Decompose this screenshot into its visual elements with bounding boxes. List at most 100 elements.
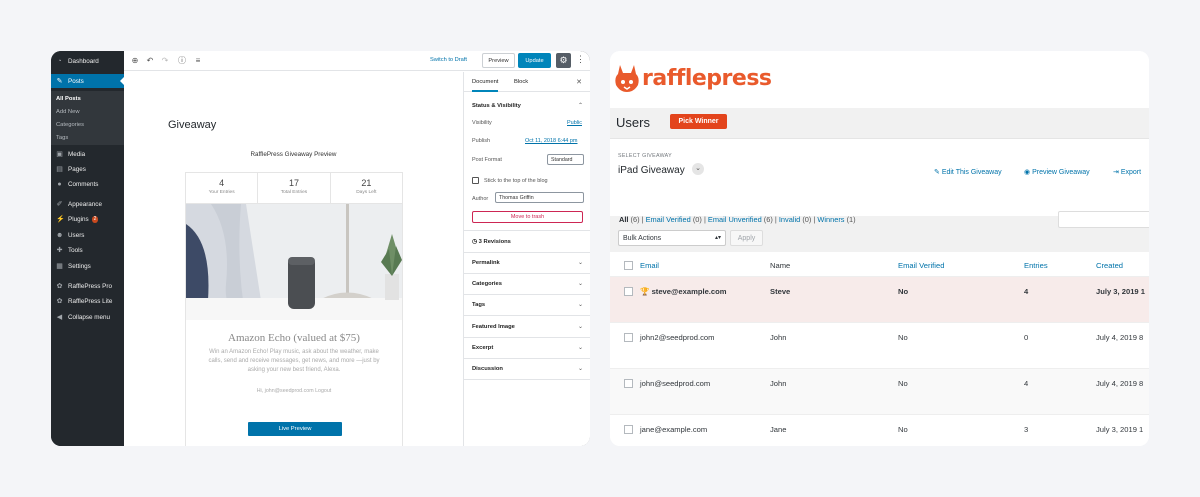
cell-email: john@seedprod.com [640, 379, 711, 388]
column-name: Name [770, 261, 791, 270]
wrench-icon: ✚ [56, 246, 63, 254]
cell-name: John [770, 379, 787, 388]
panel-categories[interactable]: Categories [472, 281, 502, 287]
tab-block[interactable]: Block [514, 79, 528, 85]
user-greeting[interactable]: Hi, john@seedprod.com Logout [186, 388, 402, 394]
filter-email-unverified[interactable]: Email Unverified [708, 215, 762, 224]
row-checkbox[interactable] [624, 333, 633, 342]
outline-icon[interactable]: ≡ [193, 55, 203, 67]
sidebar-item-appearance[interactable]: ✐ Appearance [51, 197, 124, 211]
sidebar-item-dashboard[interactable]: ◔ Dashboard [51, 54, 124, 68]
export-link[interactable]: ⇥ Export [1113, 168, 1141, 176]
gear-icon[interactable]: ⚙ [556, 53, 571, 68]
more-options-icon[interactable]: ⋮ [576, 54, 585, 65]
submenu-categories[interactable]: Categories [56, 122, 84, 128]
cell-verified: No [898, 287, 909, 296]
chevron-down-icon[interactable]: ⌄ [578, 301, 583, 308]
block-editor: ⊕ ↶ ↷ ⓘ ≡ Switch to Draft Preview Update… [124, 51, 590, 446]
apply-button[interactable]: Apply [730, 230, 763, 246]
column-created[interactable]: Created [1096, 261, 1123, 270]
panel-excerpt[interactable]: Excerpt [472, 345, 493, 351]
stat-total-entries: 17 Total Entries [258, 173, 331, 203]
sidebar-item-tools[interactable]: ✚ Tools [51, 243, 124, 257]
live-preview-button[interactable]: Live Preview [248, 422, 342, 436]
author-label: Author [472, 196, 489, 202]
pick-winner-button[interactable]: Pick Winner [670, 114, 727, 129]
panel-featured-image[interactable]: Featured Image [472, 324, 515, 330]
row-checkbox[interactable] [624, 379, 633, 388]
plugins-count-badge: 2 [91, 215, 99, 223]
submenu-add-new[interactable]: Add New [56, 109, 80, 115]
edit-giveaway-link[interactable]: ✎ Edit This Giveaway [934, 168, 1002, 176]
preview-button[interactable]: Preview [482, 53, 515, 68]
preview-giveaway-link[interactable]: ◉ Preview Giveaway [1024, 168, 1090, 176]
table-row[interactable]: jane@example.com Jane No 3 July 3, 2019 … [610, 414, 1149, 446]
close-icon[interactable]: ✕ [576, 78, 582, 86]
row-checkbox[interactable] [624, 287, 633, 296]
echo-product-photo [186, 204, 402, 320]
sidebar-item-users[interactable]: ☻ Users [51, 228, 124, 242]
rafflepress-rabbit-icon [614, 63, 640, 93]
chevron-down-icon[interactable]: ⌄ [578, 280, 583, 287]
select-giveaway-label: SELECT GIVEAWAY [618, 153, 672, 159]
comment-icon: ● [57, 180, 62, 188]
sidebar-item-plugins[interactable]: ⚡ Plugins 2 [51, 212, 124, 226]
column-email-verified[interactable]: Email Verified [898, 261, 944, 270]
post-format-select[interactable]: Standard [547, 154, 584, 165]
filter-winners[interactable]: Winners [817, 215, 844, 224]
chevron-down-icon[interactable]: ⌄ [692, 163, 704, 175]
table-row[interactable]: 🏆 steve@example.com Steve No 4 July 3, 2… [610, 276, 1149, 322]
panel-permalink[interactable]: Permalink [472, 260, 500, 266]
sticky-checkbox[interactable] [472, 177, 479, 184]
update-button[interactable]: Update [518, 53, 551, 68]
column-email[interactable]: Email [640, 261, 659, 270]
rafflepress-users-panel: rafflepress Users Pick Winner SELECT GIV… [610, 51, 1149, 446]
undo-icon[interactable]: ↶ [145, 55, 155, 67]
move-to-trash-button[interactable]: Move to trash [472, 211, 583, 223]
tab-document[interactable]: Document [472, 79, 499, 92]
select-arrows-icon: ▴▾ [714, 235, 721, 241]
revisions-link[interactable]: ◷ 3 Revisions [472, 239, 511, 245]
info-icon[interactable]: ⓘ [177, 55, 187, 67]
table-row[interactable]: john@seedprod.com John No 4 July 4, 2019… [610, 368, 1149, 414]
visibility-value-link[interactable]: Public [567, 120, 582, 126]
panel-tags[interactable]: Tags [472, 302, 485, 308]
submenu-tags[interactable]: Tags [56, 135, 68, 141]
sidebar-collapse-menu[interactable]: ◀ Collapse menu [51, 310, 124, 324]
users-table-body: Email Name Email Verified Entries Create… [610, 252, 1149, 446]
post-title[interactable]: Giveaway [168, 119, 216, 131]
add-block-icon[interactable]: ⊕ [130, 55, 140, 67]
chevron-down-icon[interactable]: ⌄ [578, 323, 583, 330]
sidebar-item-pages[interactable]: ▤ Pages [51, 162, 124, 176]
sidebar-item-rafflepress-pro[interactable]: ✿ RafflePress Pro [51, 279, 124, 293]
sidebar-item-settings[interactable]: ▦ Settings [51, 259, 124, 273]
search-input[interactable] [1058, 211, 1149, 228]
sidebar-item-rafflepress-lite[interactable]: ✿ RafflePress Lite [51, 294, 124, 308]
sidebar-item-media[interactable]: ▣ Media [51, 147, 124, 161]
filter-email-verified[interactable]: Email Verified [646, 215, 691, 224]
table-row[interactable]: john2@seedprod.com John No 0 July 4, 201… [610, 322, 1149, 368]
bulk-actions-select[interactable]: Bulk Actions ▴▾ [618, 230, 726, 246]
cell-name: Jane [770, 425, 787, 434]
panel-discussion[interactable]: Discussion [472, 366, 503, 372]
row-checkbox[interactable] [624, 425, 633, 434]
filter-all[interactable]: All [619, 215, 628, 224]
cell-entries: 4 [1024, 287, 1029, 296]
giveaway-name[interactable]: iPad Giveaway [618, 165, 685, 176]
author-select[interactable]: Thomas Griffin [495, 192, 584, 203]
chevron-down-icon[interactable]: ⌄ [578, 365, 583, 372]
cell-created: July 3, 2019 1 [1096, 287, 1145, 296]
select-all-checkbox[interactable] [624, 261, 633, 270]
column-entries[interactable]: Entries [1024, 261, 1048, 270]
chevron-down-icon[interactable]: ⌄ [578, 344, 583, 351]
redo-icon[interactable]: ↷ [160, 55, 170, 67]
filter-invalid[interactable]: Invalid [779, 215, 800, 224]
submenu-all-posts[interactable]: All Posts [56, 96, 81, 102]
status-visibility-header[interactable]: Status & Visibility [472, 103, 521, 109]
switch-to-draft-link[interactable]: Switch to Draft [430, 57, 467, 63]
publish-date-link[interactable]: Oct 11, 2018 6:44 pm [525, 138, 578, 144]
sidebar-item-comments[interactable]: ● Comments [51, 177, 124, 191]
chevron-down-icon[interactable]: ⌄ [578, 259, 583, 266]
sidebar-item-posts[interactable]: ✎ Posts [51, 74, 124, 88]
chevron-up-icon[interactable]: ⌃ [578, 102, 583, 109]
